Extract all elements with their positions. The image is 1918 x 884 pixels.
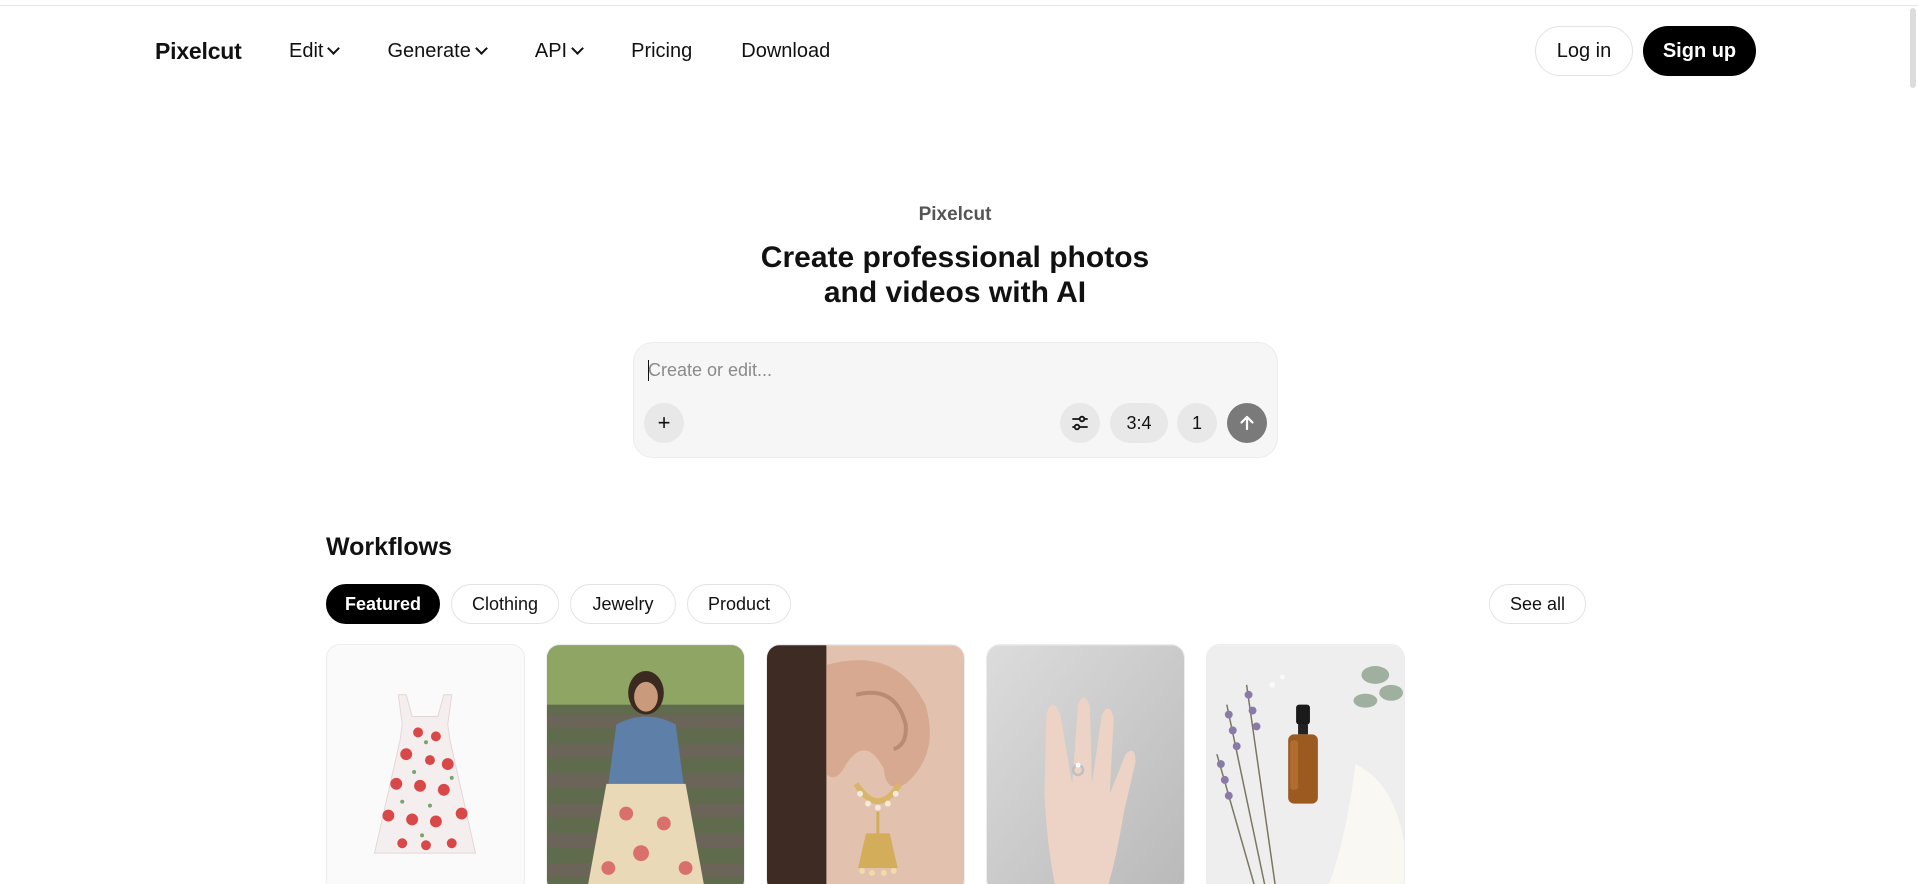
workflow-card-earring[interactable] bbox=[766, 644, 965, 884]
nav-download[interactable]: Download bbox=[741, 40, 830, 63]
add-attachment-button[interactable]: + bbox=[644, 403, 684, 443]
filter-clothing[interactable]: Clothing bbox=[451, 584, 559, 624]
dress-image bbox=[327, 645, 524, 884]
chevron-down-icon bbox=[571, 42, 584, 55]
serum-image bbox=[1207, 645, 1404, 884]
scrollbar-thumb[interactable] bbox=[1910, 8, 1916, 88]
nav-edit[interactable]: Edit bbox=[289, 39, 341, 63]
nav-generate-label: Generate bbox=[387, 39, 471, 62]
hero-eyebrow: Pixelcut bbox=[918, 204, 992, 225]
earring-image bbox=[767, 645, 964, 884]
send-button[interactable] bbox=[1227, 403, 1267, 443]
top-divider bbox=[0, 5, 1918, 6]
text-caret bbox=[648, 360, 649, 381]
arrow-up-icon bbox=[1240, 415, 1254, 431]
page-title: Create professional photos and videos wi… bbox=[0, 240, 1910, 310]
nav-pricing[interactable]: Pricing bbox=[631, 40, 692, 63]
nav-edit-label: Edit bbox=[289, 39, 324, 62]
nav-api-label: API bbox=[534, 39, 568, 62]
nav-download-label: Download bbox=[741, 39, 831, 62]
prompt-composer: + 3:4 1 bbox=[633, 342, 1278, 458]
image-count-button[interactable]: 1 bbox=[1177, 403, 1217, 443]
chevron-down-icon bbox=[474, 42, 488, 55]
page-title-line-2: and videos with AI bbox=[823, 276, 1087, 309]
settings-button[interactable] bbox=[1060, 403, 1100, 443]
brand-logo[interactable]: Pixelcut bbox=[155, 38, 242, 65]
filter-product[interactable]: Product bbox=[687, 584, 791, 624]
see-all-button[interactable]: See all bbox=[1489, 584, 1586, 624]
nav-pricing-label: Pricing bbox=[631, 39, 693, 62]
nav-api[interactable]: API bbox=[534, 39, 584, 63]
login-button[interactable]: Log in bbox=[1535, 26, 1633, 76]
workflow-card-dress[interactable] bbox=[326, 644, 525, 884]
workflow-card-serum[interactable] bbox=[1206, 644, 1405, 884]
page-title-line-1: Create professional photos bbox=[760, 241, 1150, 274]
workflow-card-model[interactable] bbox=[546, 644, 745, 884]
chevron-down-icon bbox=[327, 42, 341, 55]
ring-image bbox=[987, 645, 1184, 884]
nav-generate[interactable]: Generate bbox=[387, 39, 488, 63]
filter-jewelry[interactable]: Jewelry bbox=[570, 584, 676, 624]
page-scrollbar[interactable] bbox=[1906, 0, 1918, 884]
prompt-input[interactable] bbox=[648, 355, 1248, 385]
aspect-ratio-button[interactable]: 3:4 bbox=[1110, 403, 1168, 443]
model-image bbox=[547, 645, 744, 884]
signup-button[interactable]: Sign up bbox=[1643, 26, 1756, 76]
sliders-icon bbox=[1072, 415, 1088, 431]
main-nav: Edit Generate API Pricing Download bbox=[289, 36, 879, 66]
filter-featured[interactable]: Featured bbox=[326, 584, 440, 624]
workflow-card-ring[interactable] bbox=[986, 644, 1185, 884]
workflows-title: Workflows bbox=[326, 533, 452, 561]
